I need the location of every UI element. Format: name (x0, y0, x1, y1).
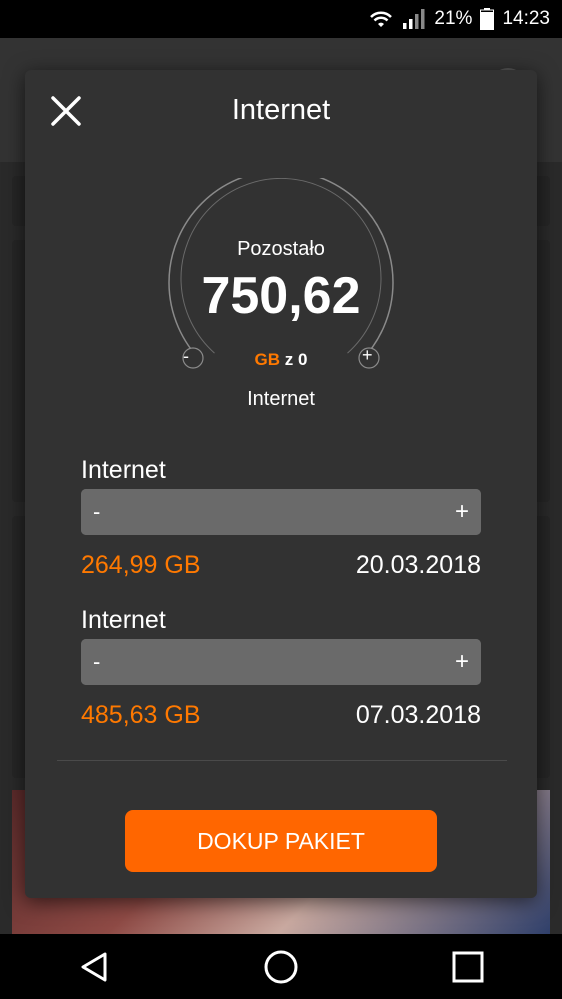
internet-dialog: Internet - + Pozostało 750,62 GB z 0 Int… (25, 70, 537, 898)
package-bar-plus: + (454, 648, 469, 675)
package-usage-fill (81, 489, 481, 535)
divider (57, 760, 507, 761)
package-item: Internet - + 485,63 GB 07.03.2018 (81, 606, 481, 730)
dialog-title: Internet (231, 94, 331, 126)
navigation-bar (0, 934, 562, 999)
package-name: Internet (81, 456, 166, 484)
gauge-caption: Internet (247, 388, 315, 410)
gauge-unit: GB z 0 (25, 350, 537, 370)
package-amount: 264,99 GB (81, 551, 201, 579)
package-item: Internet - + 264,99 GB 20.03.2018 (81, 456, 481, 580)
package-bar-minus: - (93, 499, 101, 524)
back-icon[interactable] (64, 937, 124, 997)
package-amount: 485,63 GB (81, 701, 201, 729)
package-usage-bar: - + (81, 489, 481, 535)
package-bar-minus: - (93, 649, 101, 674)
package-expiry-date: 20.03.2018 (355, 551, 481, 579)
package-name: Internet (81, 606, 166, 634)
recents-icon[interactable] (438, 937, 498, 997)
gauge-unit-gb: GB (254, 350, 281, 369)
signal-icon (402, 8, 426, 30)
buy-package-button[interactable]: DOKUP PAKIET (125, 810, 437, 872)
wifi-icon (368, 9, 394, 29)
gauge-value: 750,62 (201, 267, 361, 325)
status-bar: 21% 14:23 (0, 0, 562, 38)
gauge-total: z 0 (280, 350, 308, 369)
home-icon[interactable] (251, 937, 311, 997)
package-bar-plus: + (454, 498, 469, 525)
battery-icon (480, 8, 495, 30)
package-usage-fill (81, 639, 481, 685)
gauge-label: Pozostało (237, 238, 325, 260)
clock: 14:23 (502, 8, 550, 29)
package-expiry-date: 07.03.2018 (355, 701, 481, 729)
package-usage-bar: - + (81, 639, 481, 685)
battery-percent: 21% (434, 8, 473, 29)
